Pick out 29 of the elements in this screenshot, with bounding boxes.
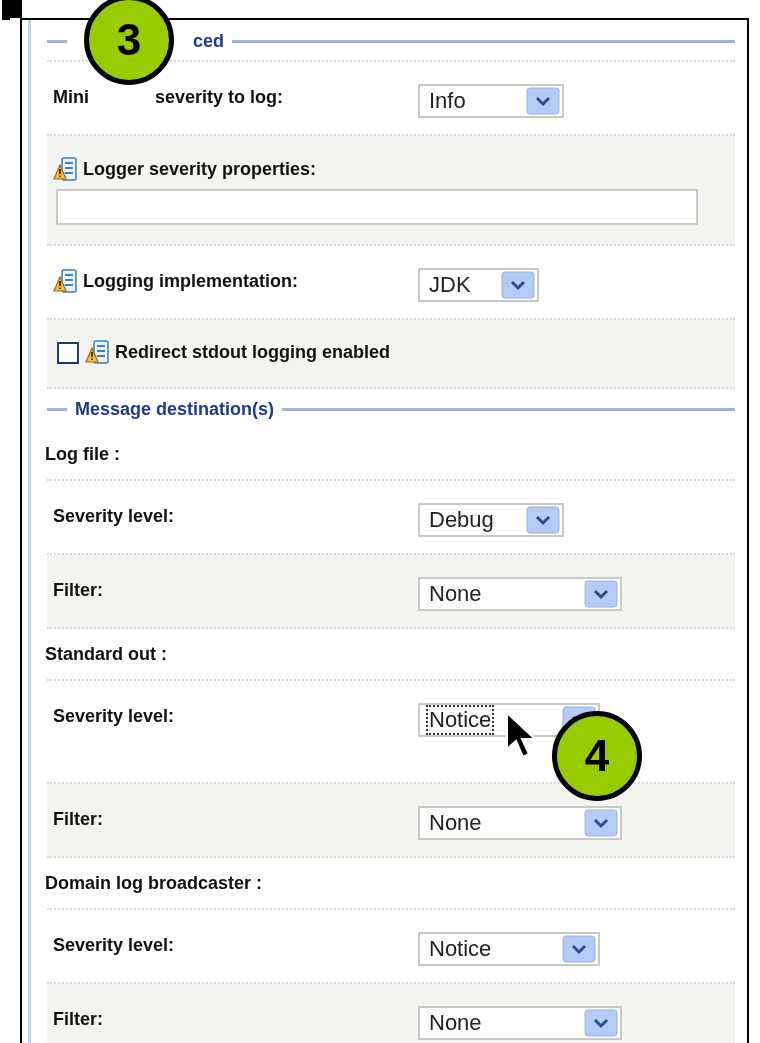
field-label: Redirect stdout logging enabled: [115, 341, 390, 364]
group-heading: Domain log broadcaster :: [45, 871, 263, 895]
warning-document-icon: [53, 268, 79, 295]
dropdown-select[interactable]: Info: [418, 84, 564, 118]
field-label: Filter:: [53, 1008, 103, 1031]
field-label: Severity level:: [53, 934, 175, 957]
field-label: Severity level:: [53, 505, 175, 528]
dropdown-select[interactable]: None: [418, 1006, 622, 1040]
field-label: severity to log:: [155, 86, 284, 109]
section-legend: ced: [193, 27, 225, 55]
dropdown-select[interactable]: None: [418, 577, 622, 611]
dropdown-select[interactable]: JDK: [418, 268, 539, 302]
field-label: Filter:: [53, 808, 103, 831]
step-callout-tooltip: 3: [84, 0, 174, 85]
text-input-field[interactable]: [56, 189, 698, 225]
warning-document-icon: [85, 339, 111, 366]
dropdown-select[interactable]: Notice: [418, 932, 600, 966]
field-label: Mini: [53, 86, 89, 109]
group-heading: Standard out :: [45, 642, 167, 666]
field-label: Logger severity properties:: [83, 158, 317, 181]
warning-document-icon: [53, 156, 79, 183]
field-label: Filter:: [53, 579, 103, 602]
section-legend: Message destination(s): [75, 395, 275, 423]
dropdown-select[interactable]: Debug: [418, 503, 564, 537]
dropdown-select[interactable]: None: [418, 806, 622, 840]
group-heading: Log file :: [45, 442, 120, 466]
field-label: Severity level:: [53, 705, 175, 728]
checkbox[interactable]: [57, 341, 79, 364]
field-label: Logging implementation:: [83, 270, 298, 293]
